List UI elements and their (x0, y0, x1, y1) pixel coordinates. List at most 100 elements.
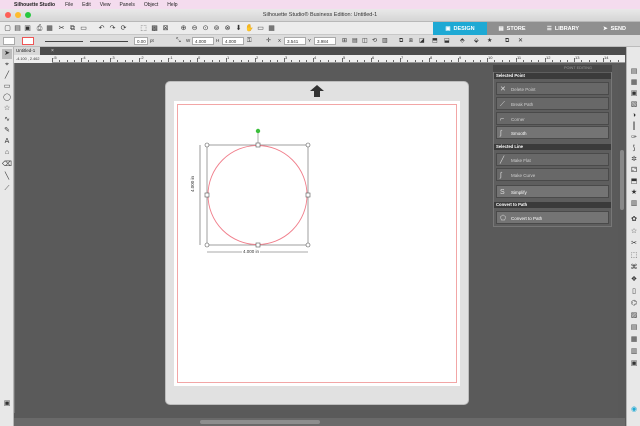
distribute-icon[interactable]: ▤ (352, 37, 358, 45)
curve-tool-icon[interactable]: ∿ (2, 115, 12, 125)
grid-icon[interactable]: ▦ (267, 24, 276, 33)
panel-toggle-icon[interactable]: ▣ (2, 399, 12, 409)
document-tab[interactable]: Untitled-1 (14, 47, 40, 55)
delete-point-button[interactable]: ✕ Delete Point (496, 82, 609, 95)
trace-icon[interactable]: ⬙ (474, 37, 479, 45)
menu-edit[interactable]: Edit (82, 2, 91, 8)
knife-panel-icon[interactable]: ✂ (629, 239, 639, 249)
transform-panel-icon[interactable]: ✲ (629, 155, 639, 165)
grid-settings-icon[interactable]: ▦ (629, 78, 639, 88)
rotate-icon[interactable]: ⟲ (372, 37, 377, 45)
vertical-scrollbar[interactable] (618, 63, 626, 418)
menu-object[interactable]: Object (144, 2, 158, 8)
vertical-scroll-thumb[interactable] (620, 150, 624, 210)
text-style-panel-icon[interactable]: ▤ (629, 323, 639, 333)
tab-send[interactable]: ➤ SEND (589, 22, 640, 35)
star-shape-icon[interactable]: ★ (487, 37, 492, 45)
zoom-fit-icon[interactable]: ⊚ (212, 24, 221, 33)
offset-icon[interactable]: ⬓ (444, 37, 450, 45)
rhinestone-panel-icon[interactable]: ✿ (629, 215, 639, 225)
horizontal-scroll-thumb[interactable] (200, 420, 320, 424)
replicate-icon[interactable]: ⬘ (460, 37, 465, 45)
deselect-icon[interactable]: ⊠ (161, 24, 170, 33)
rotate-handle[interactable] (255, 128, 261, 134)
fill-color-swatch[interactable] (3, 37, 15, 45)
eraser-tool-icon[interactable]: ⌫ (2, 160, 12, 170)
save-icon[interactable]: ▣ (23, 24, 32, 33)
line-style-select[interactable] (45, 41, 83, 42)
menu-file[interactable]: File (65, 2, 73, 8)
width-input[interactable]: 4.000 (192, 37, 214, 45)
sketch-panel-icon[interactable]: ✑ (629, 133, 639, 143)
smooth-button[interactable]: ∫ Smooth (496, 126, 609, 139)
convert-to-path-button[interactable]: ⬠ Convert to Path (496, 211, 609, 224)
resize-handle-bl[interactable] (204, 242, 210, 248)
ungroup-icon[interactable]: ⧈ (409, 37, 413, 45)
text-tool-icon[interactable]: A (2, 137, 12, 147)
zoom-custom-icon[interactable]: ⊗ (223, 24, 232, 33)
copy-icon[interactable]: ⧉ (68, 24, 77, 33)
resize-handle-tr[interactable] (305, 142, 311, 148)
help-icon[interactable]: ◉ (629, 405, 639, 415)
knife-tool-icon[interactable]: ╲ (2, 172, 12, 182)
make-flat-button[interactable]: ╱ Make Flat (496, 153, 609, 166)
menu-view[interactable]: View (100, 2, 111, 8)
tab-library[interactable]: ☰ LIBRARY (537, 22, 589, 35)
align-icon[interactable]: ⊞ (342, 37, 347, 45)
open-icon[interactable]: ▤ (13, 24, 22, 33)
select-all-icon[interactable]: ▩ (150, 24, 159, 33)
new-document-icon[interactable]: ▢ (3, 24, 12, 33)
close-path-icon[interactable]: ✕ (518, 37, 523, 45)
resize-handle-left[interactable] (204, 192, 210, 198)
library-panel-icon[interactable]: ▣ (629, 359, 639, 369)
line-panel-icon[interactable]: ║ (629, 122, 639, 132)
circle-shape[interactable] (207, 145, 308, 245)
menu-app-name[interactable]: Silhouette Studio (14, 2, 55, 8)
print-panel-icon[interactable]: ▦ (629, 335, 639, 345)
x-input[interactable]: 3.541 (284, 37, 306, 45)
select-icon[interactable]: ⬚ (139, 24, 148, 33)
zoom-in-icon[interactable]: ⊕ (179, 24, 188, 33)
scale-panel-icon[interactable]: ▥ (629, 347, 639, 357)
line-color-swatch[interactable] (22, 37, 34, 45)
panel-title-bar[interactable]: POINT EDITING (493, 65, 612, 72)
undo-icon[interactable]: ↶ (97, 24, 106, 33)
fill-panel-icon[interactable]: ▧ (629, 100, 639, 110)
resize-handle-top[interactable] (255, 142, 261, 148)
zoom-out-icon[interactable]: ⊖ (190, 24, 199, 33)
page-setup-icon[interactable]: ▤ (629, 67, 639, 77)
modify-icon[interactable]: ⧉ (505, 37, 509, 45)
replicate-panel-icon[interactable]: ⚁ (629, 166, 639, 176)
move-down-icon[interactable]: ⬇ (234, 24, 243, 33)
line-tool-icon[interactable]: ╱ (2, 71, 12, 81)
y-input[interactable]: 3.984 (314, 37, 336, 45)
break-path-button[interactable]: ⟋ Break Path (496, 97, 609, 110)
image-panel-icon[interactable]: ▨ (629, 311, 639, 321)
menu-panels[interactable]: Panels (120, 2, 135, 8)
refresh-icon[interactable]: ⟳ (119, 24, 128, 33)
gradient-panel-icon[interactable]: ◑ (629, 111, 639, 121)
resize-handle-right[interactable] (305, 192, 311, 198)
corner-button[interactable]: ⌐ Corner (496, 112, 609, 125)
tab-design[interactable]: ▣ DESIGN (433, 22, 487, 35)
puzzle-panel-icon[interactable]: ❖ (629, 275, 639, 285)
zoom-box-icon[interactable]: ⊙ (201, 24, 210, 33)
rectangle-tool-icon[interactable]: ▭ (2, 82, 12, 92)
print-icon[interactable]: ⎙ (35, 24, 44, 33)
offset-panel-icon[interactable]: ⟆ (629, 144, 639, 154)
lock-aspect-icon[interactable]: ⚿ (247, 37, 252, 45)
cut-icon[interactable]: ✂ (57, 24, 66, 33)
make-curve-button[interactable]: ∫ Make Curve (496, 168, 609, 181)
simplify-button[interactable]: S Simplify (496, 185, 609, 198)
paste-icon[interactable]: ▭ (79, 24, 88, 33)
flip-icon[interactable]: ◫ (362, 37, 368, 45)
arrange-icon[interactable]: ▥ (382, 37, 388, 45)
book-panel-icon[interactable]: ▯ (629, 287, 639, 297)
resize-handle-br[interactable] (305, 242, 311, 248)
pen-tool-icon[interactable]: ✎ (2, 126, 12, 136)
compound-icon[interactable]: ◪ (419, 37, 425, 45)
trace-panel-icon[interactable]: ▣ (629, 89, 639, 99)
favorite-panel-icon[interactable]: ★ (629, 188, 639, 198)
emboss-panel-icon[interactable]: ⬚ (629, 251, 639, 261)
menu-help[interactable]: Help (167, 2, 177, 8)
